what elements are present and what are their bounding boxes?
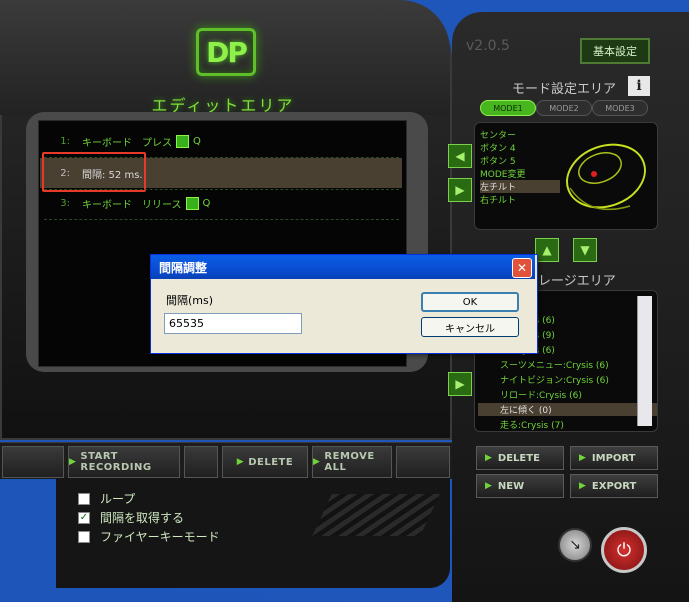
play-arrow-icon: ▶ bbox=[69, 457, 77, 467]
mouse-image bbox=[566, 143, 646, 211]
macro-scrollbar[interactable] bbox=[637, 296, 652, 426]
cancel-button[interactable]: キャンセル bbox=[421, 317, 519, 337]
macro-item[interactable]: リロード:Crysis (6) bbox=[500, 388, 582, 401]
tab-mode1[interactable]: MODE1 bbox=[480, 100, 536, 116]
fire-key-label: ファイヤーキーモード bbox=[100, 530, 220, 544]
event-text: キーボード プレス bbox=[82, 137, 172, 149]
get-interval-option[interactable]: ✓ 間隔を取得する bbox=[78, 509, 184, 526]
remove-all-button[interactable]: ▶ REMOVE ALL bbox=[312, 446, 392, 478]
arrow-right-icon[interactable]: ▶ bbox=[448, 372, 472, 396]
import-label: IMPORT bbox=[591, 452, 636, 464]
play-arrow-icon: ▶ bbox=[579, 453, 586, 463]
get-interval-label: 間隔を取得する bbox=[100, 511, 185, 525]
keyboard-icon bbox=[176, 134, 189, 148]
arrow-up-icon[interactable]: ▲ bbox=[535, 238, 559, 262]
play-arrow-icon: ▶ bbox=[485, 453, 492, 463]
dialog-title: 間隔調整 bbox=[151, 255, 535, 279]
macro-item[interactable]: スーツメニュー:Crysis (6) bbox=[500, 358, 609, 371]
macro-area-title: レージエリア bbox=[538, 274, 616, 289]
fire-key-checkbox[interactable] bbox=[78, 530, 90, 543]
mode-item[interactable]: 右チルト bbox=[480, 193, 560, 206]
toolbar-spacer bbox=[184, 446, 218, 478]
ok-button[interactable]: OK bbox=[421, 292, 519, 312]
toolbar-spacer bbox=[2, 446, 64, 478]
delete-event-button[interactable]: ▶ DELETE bbox=[222, 446, 308, 478]
version-label: v2.0.5 bbox=[466, 38, 510, 54]
tab-mode2[interactable]: MODE2 bbox=[536, 100, 592, 116]
macro-item-selected[interactable]: 左に傾く (0) bbox=[478, 403, 657, 416]
macro-delete-label: DELETE bbox=[497, 452, 540, 464]
decorative-stripes bbox=[312, 494, 440, 536]
toolbar-spacer bbox=[396, 446, 450, 478]
dp-logo: DP bbox=[196, 28, 256, 76]
event-number: 1: bbox=[60, 135, 70, 147]
event-row[interactable]: 3: キーボード リリース Q bbox=[40, 188, 402, 218]
macro-item[interactable]: ナイトビジョン:Crysis (6) bbox=[500, 373, 609, 386]
event-key: Q bbox=[193, 135, 201, 147]
play-arrow-icon: ▶ bbox=[485, 481, 492, 491]
remove-all-label: REMOVE ALL bbox=[324, 451, 375, 473]
minimize-icon[interactable]: ↘ bbox=[558, 528, 592, 562]
play-arrow-icon: ▶ bbox=[236, 457, 245, 467]
export-label: EXPORT bbox=[591, 480, 637, 492]
start-recording-label: START RECORDING bbox=[80, 451, 152, 473]
event-number: 3: bbox=[60, 197, 70, 209]
play-arrow-icon: ▶ bbox=[313, 457, 321, 467]
loop-checkbox[interactable] bbox=[78, 492, 90, 505]
mode-area-title: モード設定エリア bbox=[512, 82, 617, 97]
interval-input[interactable] bbox=[164, 313, 302, 334]
mode-item[interactable]: センター bbox=[480, 128, 560, 141]
loop-label: ループ bbox=[100, 492, 136, 506]
event-key: Q bbox=[202, 197, 211, 209]
start-recording-button[interactable]: ▶ START RECORDING bbox=[68, 446, 180, 478]
interval-label: 間隔(ms) bbox=[166, 294, 214, 307]
new-button[interactable]: ▶ NEW bbox=[476, 474, 564, 498]
event-text: キーボード リリース bbox=[82, 199, 182, 211]
selection-highlight bbox=[42, 152, 146, 192]
arrow-down-icon[interactable]: ▼ bbox=[573, 238, 597, 262]
arrow-right-icon[interactable]: ▶ bbox=[448, 178, 472, 202]
arrow-left-icon[interactable]: ◀ bbox=[448, 144, 472, 168]
delete-label: DELETE bbox=[248, 456, 294, 468]
new-label: NEW bbox=[497, 480, 525, 492]
macro-delete-button[interactable]: ▶ DELETE bbox=[476, 446, 564, 470]
loop-option[interactable]: ループ bbox=[78, 490, 135, 507]
keyboard-icon bbox=[185, 196, 199, 210]
export-button[interactable]: ▶ EXPORT bbox=[570, 474, 658, 498]
fire-key-option[interactable]: ファイヤーキーモード bbox=[78, 528, 220, 545]
mode-item[interactable]: MODE変更 bbox=[480, 167, 560, 180]
play-arrow-icon: ▶ bbox=[579, 481, 586, 491]
basic-settings-button[interactable]: 基本設定 bbox=[580, 38, 650, 64]
info-icon[interactable]: i bbox=[628, 76, 650, 96]
power-icon[interactable]: ⏻ bbox=[601, 527, 647, 573]
mode-item-selected[interactable]: 左チルト bbox=[480, 180, 560, 193]
import-button[interactable]: ▶ IMPORT bbox=[570, 446, 658, 470]
mode-item[interactable]: ボタン 5 bbox=[480, 154, 560, 167]
tab-mode3[interactable]: MODE3 bbox=[592, 100, 648, 116]
divider bbox=[44, 219, 399, 220]
get-interval-checkbox[interactable]: ✓ bbox=[78, 511, 90, 524]
macro-item[interactable]: 走る:Crysis (7) bbox=[500, 418, 564, 431]
close-icon[interactable]: ✕ bbox=[512, 258, 532, 278]
mode-item[interactable]: ボタン 4 bbox=[480, 141, 560, 154]
